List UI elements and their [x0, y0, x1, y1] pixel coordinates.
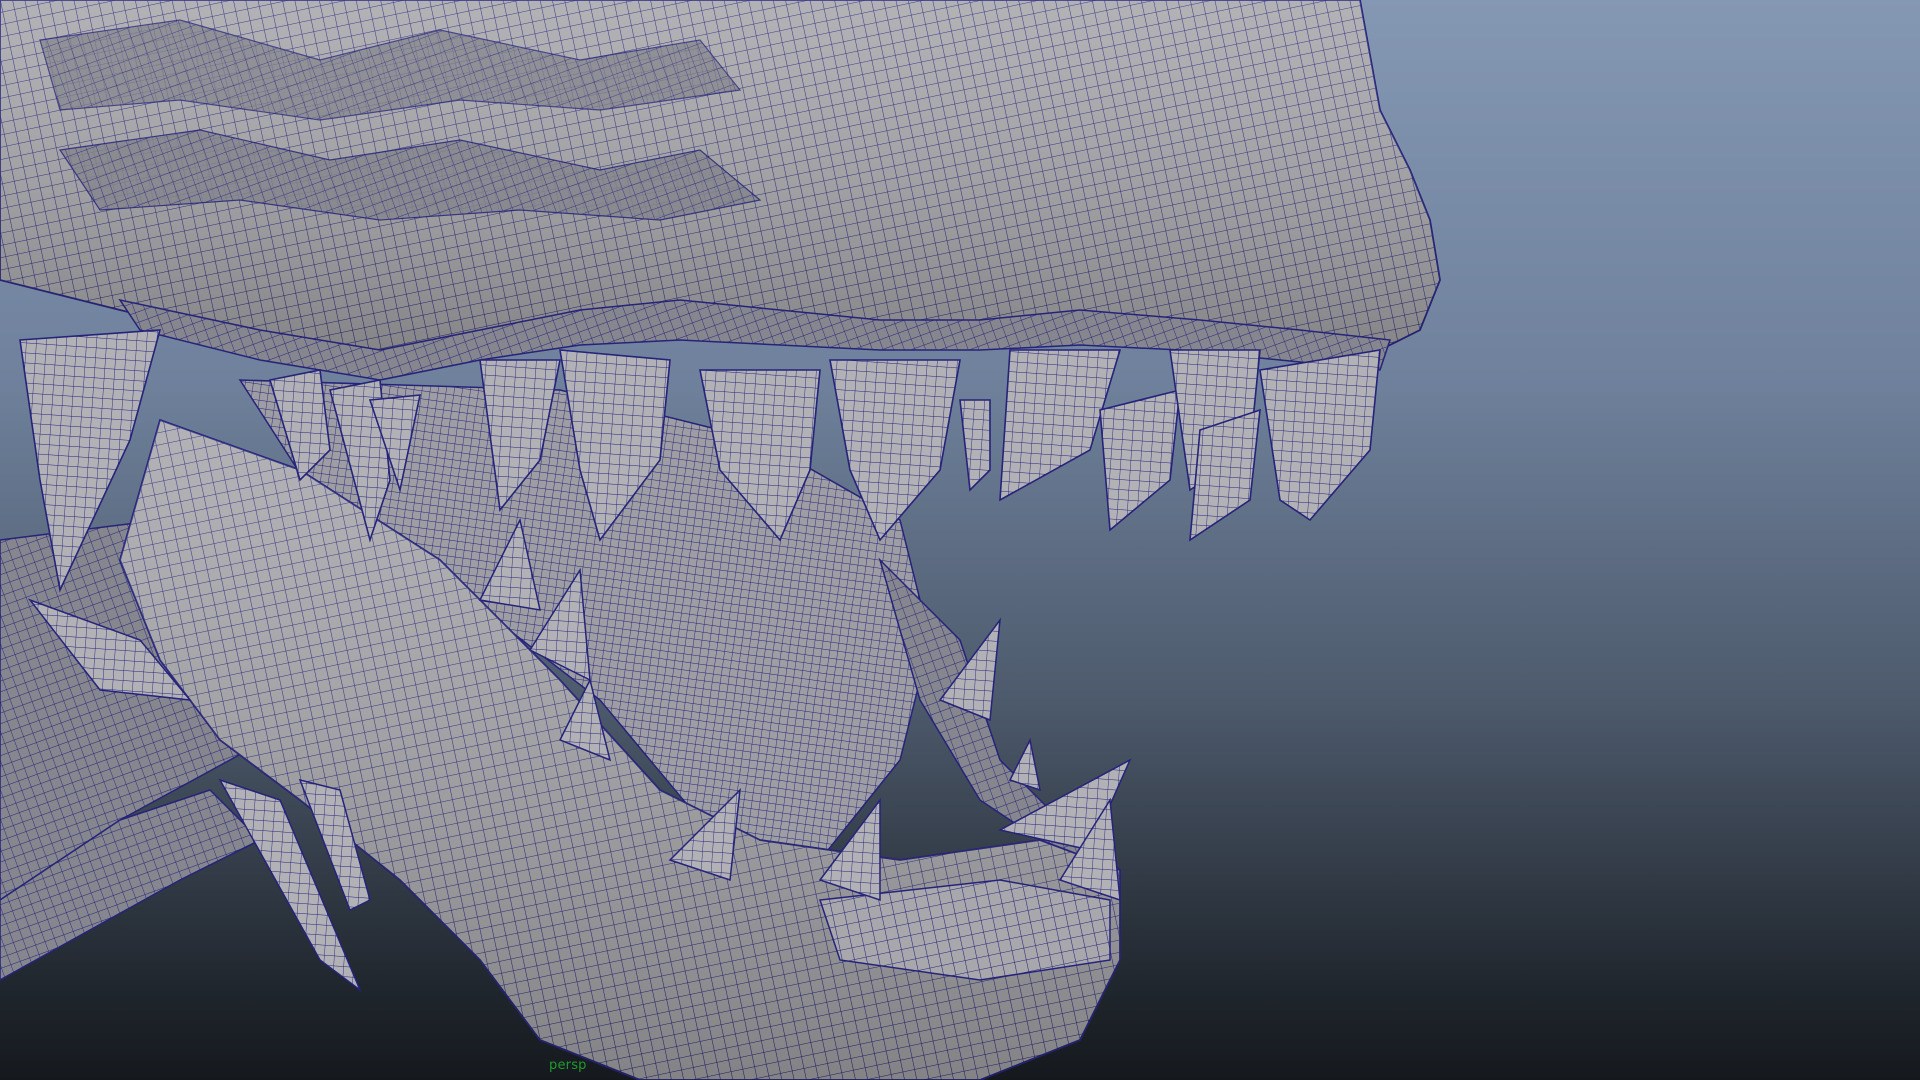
maya-viewport[interactable]: persp: [0, 0, 1920, 1080]
camera-name-label: persp: [549, 1058, 587, 1073]
upper-jaw-mesh: [0, 0, 1441, 381]
creature-mesh-scene[interactable]: [0, 0, 1920, 1080]
